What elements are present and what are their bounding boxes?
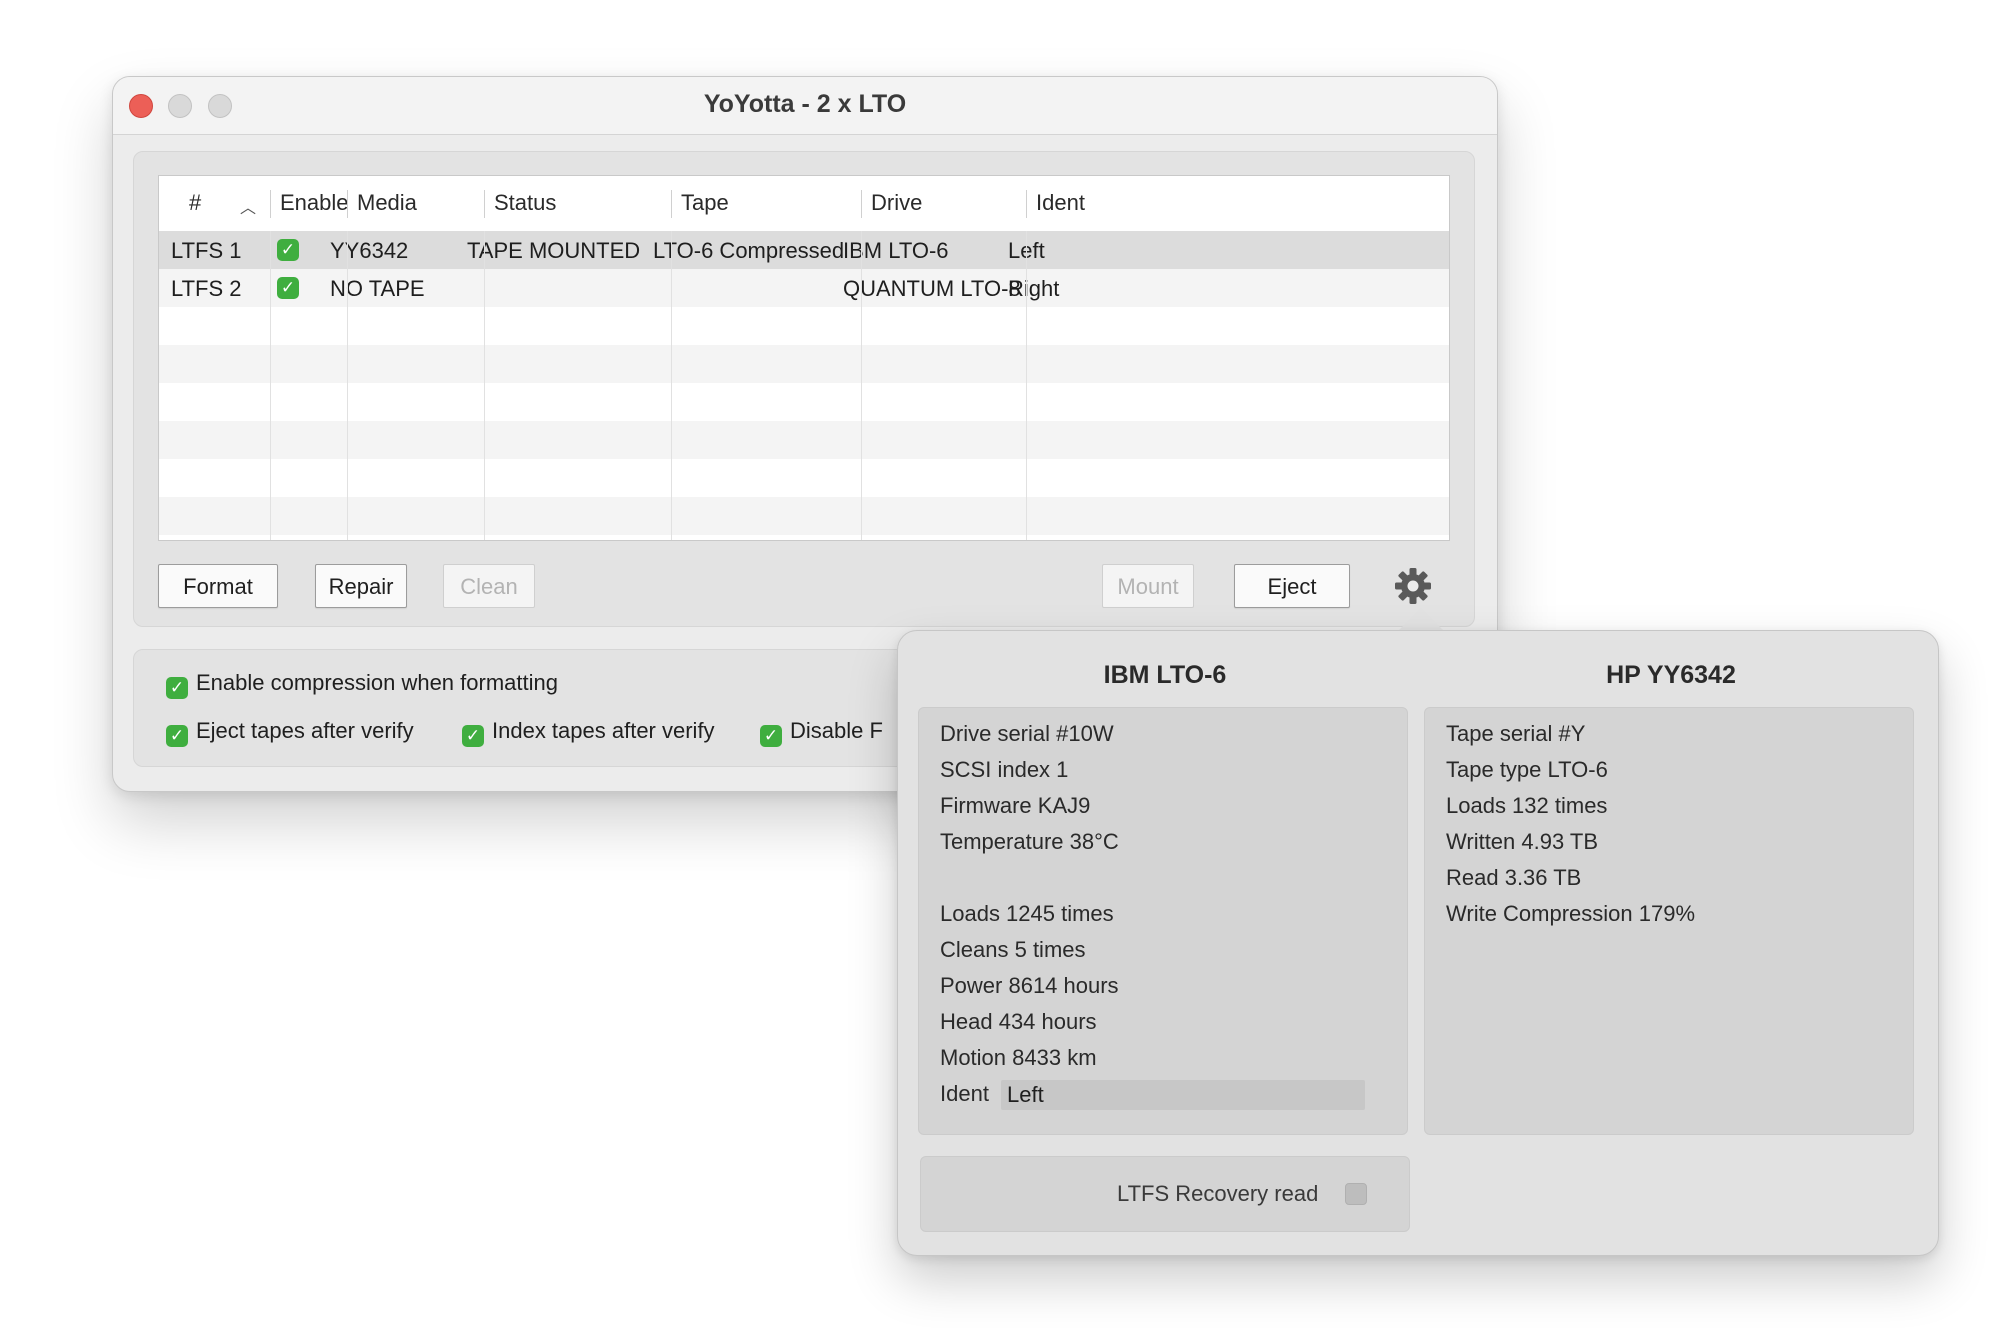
mount-button[interactable]: Mount	[1102, 564, 1194, 608]
drive-info-card: Drive serial #10W SCSI index 1 Firmware …	[918, 707, 1408, 1135]
column-header-tape[interactable]: Tape	[681, 190, 729, 216]
empty-row	[159, 307, 1449, 345]
row-id: LTFS 2	[171, 276, 242, 301]
row-ident: Right	[1008, 276, 1060, 301]
checkmark-icon[interactable]: ✓	[462, 725, 484, 747]
row-drive: IBM LTO-6	[843, 238, 949, 263]
checkmark-icon[interactable]: ✓	[760, 725, 782, 747]
checkmark-icon[interactable]: ✓	[166, 677, 188, 699]
drives-panel: # ︿ Enable Media Status Tape Drive Ident…	[133, 151, 1475, 627]
empty-row	[159, 383, 1449, 421]
row-tape: LTO-6 Compressed	[653, 238, 845, 263]
enable-compression-option[interactable]: ✓ Enable compression when formatting	[166, 670, 558, 699]
drive-power: Power 8614 hours	[940, 973, 1119, 998]
row-media: NO TAPE	[330, 276, 425, 301]
column-header-drive[interactable]: Drive	[871, 190, 922, 216]
drive-motion: Motion 8433 km	[940, 1045, 1097, 1070]
tape-info-card: Tape serial #Y Tape type LTO-6 Loads 132…	[1424, 707, 1914, 1135]
tape-heading: HP YY6342	[1606, 661, 1736, 689]
scsi-index: SCSI index 1	[940, 757, 1069, 782]
column-header-status[interactable]: Status	[494, 190, 556, 216]
popover-arrow	[1397, 608, 1445, 632]
tape-serial: Tape serial #Y	[1446, 721, 1586, 746]
column-header-enable[interactable]: Enable	[280, 190, 349, 216]
ident-field[interactable]: Left	[1001, 1080, 1365, 1110]
enable-checkbox[interactable]: ✓	[277, 239, 299, 261]
drive-head: Head 434 hours	[940, 1009, 1097, 1034]
drive-info-popover: IBM LTO-6 HP YY6342 Drive serial #10W SC…	[897, 630, 1939, 1256]
table-row[interactable]: LTFS 1 ✓ YY6342 TAPE MOUNTED LTO-6 Compr…	[159, 231, 1449, 269]
checkmark-icon[interactable]: ✓	[166, 725, 188, 747]
window-title: YoYotta - 2 x LTO	[703, 90, 907, 118]
column-header-media[interactable]: Media	[357, 190, 417, 216]
checkmark-icon: ✓	[280, 240, 296, 259]
gear-icon[interactable]	[1393, 566, 1433, 606]
format-button[interactable]: Format	[158, 564, 278, 608]
eject-after-verify-label: Eject tapes after verify	[196, 718, 414, 743]
table-row[interactable]: LTFS 2 ✓ NO TAPE QUANTUM LTO-8 Right	[159, 269, 1449, 307]
ltfs-recovery-panel: LTFS Recovery read	[920, 1156, 1410, 1232]
row-status: TAPE MOUNTED	[467, 238, 641, 263]
tape-type: Tape type LTO-6	[1446, 757, 1608, 782]
row-media: YY6342	[330, 238, 409, 263]
title-bar[interactable]: YoYotta - 2 x LTO	[113, 77, 1497, 135]
drive-serial: Drive serial #10W	[940, 721, 1114, 746]
tape-loads: Loads 132 times	[1446, 793, 1608, 818]
clean-button[interactable]: Clean	[443, 564, 535, 608]
ltfs-recovery-checkbox[interactable]	[1345, 1183, 1367, 1205]
column-header-number[interactable]: #	[189, 190, 201, 216]
repair-button[interactable]: Repair	[315, 564, 407, 608]
row-id: LTFS 1	[171, 238, 242, 263]
enable-compression-label: Enable compression when formatting	[196, 670, 558, 695]
enable-checkbox[interactable]: ✓	[277, 277, 299, 299]
column-header-ident[interactable]: Ident	[1036, 190, 1085, 216]
empty-row	[159, 421, 1449, 459]
tape-read: Read 3.36 TB	[1446, 865, 1582, 890]
eject-button[interactable]: Eject	[1234, 564, 1350, 608]
index-after-verify-label: Index tapes after verify	[492, 718, 715, 743]
drives-table[interactable]: # ︿ Enable Media Status Tape Drive Ident…	[158, 175, 1450, 541]
index-after-verify-option[interactable]: ✓ Index tapes after verify	[462, 718, 715, 747]
empty-row	[159, 345, 1449, 383]
ident-value: Left	[1007, 1082, 1044, 1107]
disable-option-label: Disable F	[790, 718, 883, 743]
tape-written: Written 4.93 TB	[1446, 829, 1599, 854]
ltfs-recovery-label: LTFS Recovery read	[1117, 1181, 1319, 1206]
empty-row	[159, 459, 1449, 497]
drive-cleans: Cleans 5 times	[940, 937, 1086, 962]
temperature: Temperature 38°C	[940, 829, 1119, 854]
drive-heading: IBM LTO-6	[1103, 661, 1227, 689]
table-header: # ︿ Enable Media Status Tape Drive Ident	[159, 176, 1449, 231]
disable-option[interactable]: ✓ Disable F	[760, 718, 883, 747]
empty-row	[159, 497, 1449, 535]
eject-after-verify-option[interactable]: ✓ Eject tapes after verify	[166, 718, 414, 747]
checkmark-icon: ✓	[280, 278, 296, 297]
write-compression: Write Compression 179%	[1446, 901, 1696, 926]
ident-label: Ident	[940, 1081, 989, 1106]
firmware: Firmware KAJ9	[940, 793, 1091, 818]
drive-loads: Loads 1245 times	[940, 901, 1114, 926]
chevron-up-icon[interactable]: ︿	[240, 194, 256, 218]
row-drive: QUANTUM LTO-8	[843, 276, 1021, 301]
